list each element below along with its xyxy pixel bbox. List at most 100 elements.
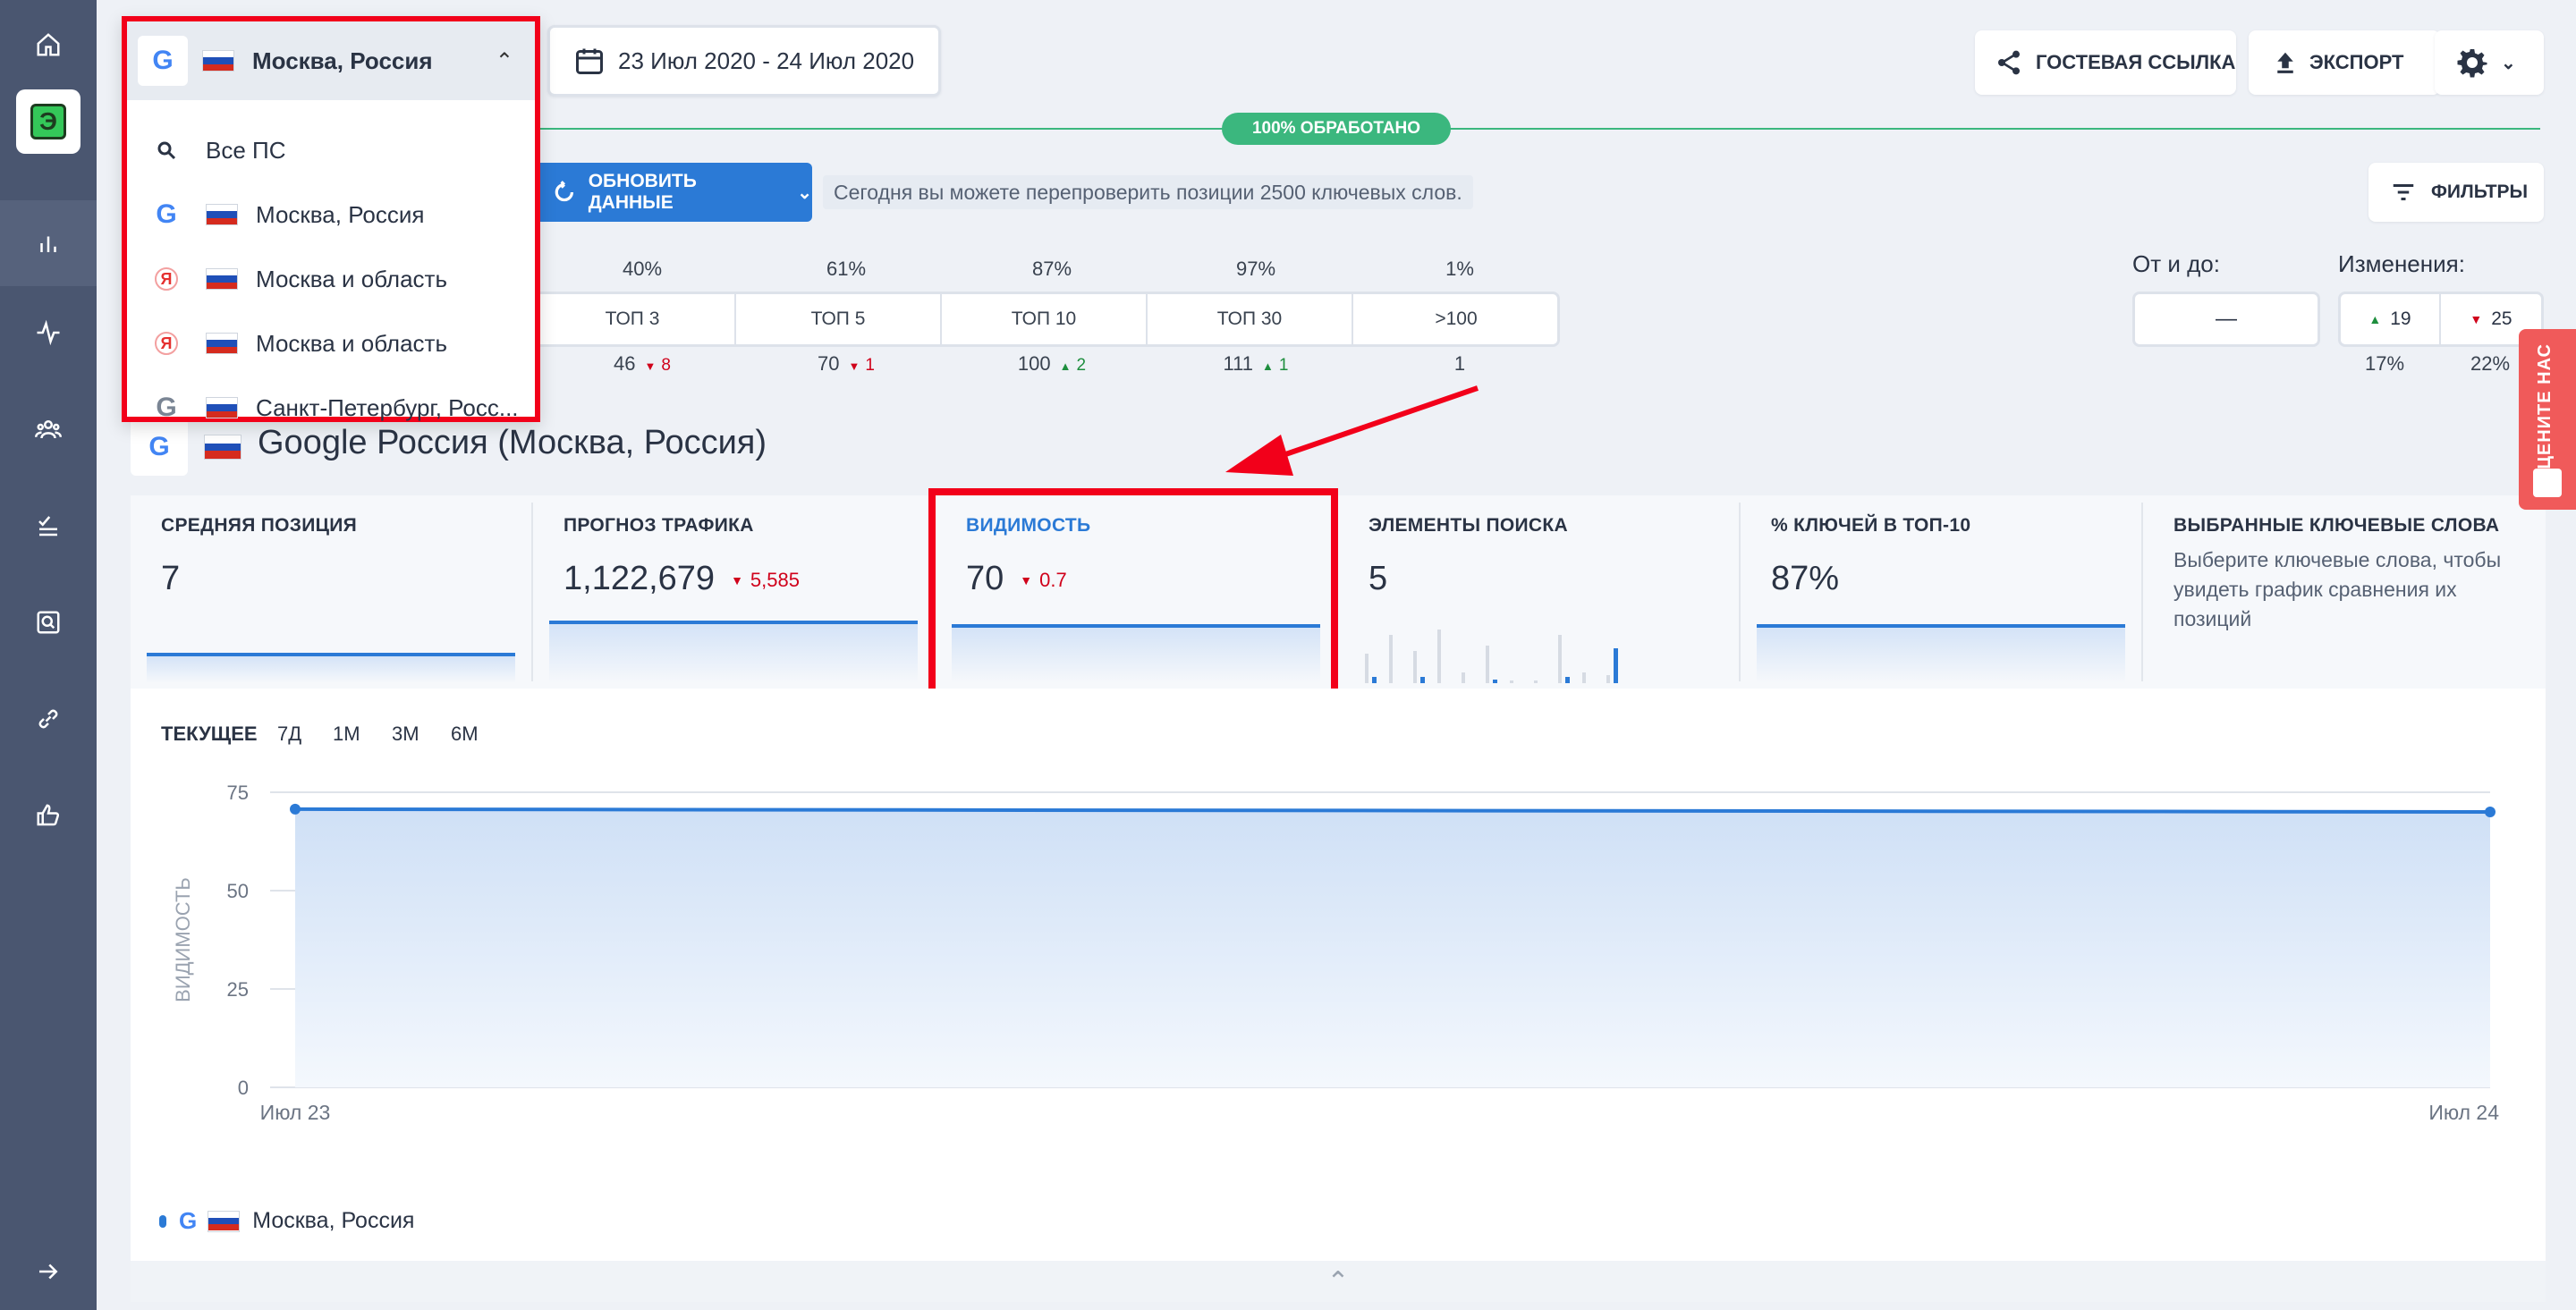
dropdown-item[interactable]: G Москва, Россия [127, 182, 535, 247]
triangle-down-icon: ▼ [2470, 312, 2483, 326]
metric-cards: СРЕДНЯЯ ПОЗИЦИЯ 7 ПРОГНОЗ ТРАФИКА 1,122,679… [131, 495, 2546, 689]
position-percent: 40% [622, 258, 663, 280]
update-data-button[interactable]: ОБНОВИТЬ ДАННЫЕ ⌄ [528, 163, 812, 222]
analytics-icon[interactable] [0, 200, 97, 286]
position-percent: 61% [826, 258, 867, 280]
search-element-bar [1486, 646, 1489, 683]
position-bucket[interactable]: >100 [1353, 294, 1559, 344]
search-element-bar [1510, 680, 1513, 683]
metric-card[interactable]: СРЕДНЯЯ ПОЗИЦИЯ 7 [131, 495, 533, 689]
dropdown-item[interactable]: G Санкт-Петербург, Росс... [127, 376, 535, 440]
chevron-down-icon: ⌄ [797, 182, 812, 203]
rate-us-label: ОЦЕНИТЕ НАС [2535, 343, 2555, 485]
period-tab[interactable]: ТЕКУЩЕЕ [161, 723, 258, 746]
date-range-picker[interactable]: 23 Июл 2020 - 24 Июл 2020 [547, 25, 941, 97]
metric-card[interactable]: ВЫБРАННЫЕ КЛЮЧЕВЫЕ СЛОВА Выберите ключевы… [2143, 495, 2546, 689]
google-icon: G [156, 199, 177, 229]
position-count: 1 [1357, 352, 1563, 376]
collapse-toggle[interactable]: ⌃ [131, 1261, 2546, 1302]
position-bucket-label: ТОП 5 [810, 308, 866, 329]
dropdown-item[interactable]: Все ПС [127, 118, 535, 182]
metric-card-value: 1,122,679 ▼ 5,585 [564, 560, 800, 598]
russia-flag-icon [206, 333, 238, 354]
chart-panel: ТЕКУЩЕЕ 7Д 1М 3М 6М 0 25 50 75 ВИДИМОСТЬ Июл 23 Ию… [131, 689, 2546, 1261]
checklist-icon[interactable] [0, 490, 97, 562]
metric-value: 7 [161, 560, 181, 597]
metric-card-value: 7 [161, 560, 180, 598]
position-percent: 1% [1445, 258, 1474, 280]
period-tab[interactable]: 7Д [277, 723, 301, 746]
position-count: 100 ▲ 2 [949, 352, 1155, 376]
legend-label: Москва, Россия [252, 1208, 415, 1233]
yandex-icon: Я [148, 332, 184, 355]
update-note: Сегодня вы можете перепроверить позиции … [823, 175, 1473, 209]
chevron-up-icon: ⌃ [495, 49, 513, 73]
position-count-value: 1 [1453, 352, 1466, 375]
y-tick-label: 50 [227, 880, 249, 902]
position-percent: 97% [1235, 258, 1276, 280]
dropdown-selected[interactable]: G Москва, Россия ⌃ [127, 21, 535, 100]
settings-button[interactable]: ⌄ [2435, 30, 2544, 95]
position-count: 111 ▲ 1 [1153, 352, 1359, 376]
annotation-arrow [1225, 385, 1479, 476]
position-bucket[interactable]: ТОП 3 [530, 294, 736, 344]
metric-card[interactable]: % КЛЮЧЕЙ В ТОП-10 87% [1741, 495, 2143, 689]
upload-icon [2277, 52, 2293, 73]
search-element-bar-active [1614, 648, 1618, 683]
position-bucket[interactable]: ТОП 10 [942, 294, 1148, 344]
period-tab[interactable]: 3М [392, 723, 419, 746]
changes-up-value: 19 [2390, 308, 2411, 329]
search-element-bar [1437, 630, 1441, 683]
filters-button[interactable]: ФИЛЬТРЫ [2368, 163, 2544, 222]
metric-delta: 5,585 [750, 568, 800, 591]
like-icon[interactable] [0, 780, 97, 851]
date-range-label: 23 Июл 2020 - 24 Июл 2020 [618, 46, 915, 74]
sparkline-fill [1757, 628, 2125, 683]
position-bucket[interactable]: ТОП 5 [736, 294, 942, 344]
home-icon[interactable] [0, 9, 97, 80]
search-element-bar-active [1493, 680, 1497, 683]
russia-flag-icon [208, 1210, 241, 1232]
metric-card-note: Выберите ключевые слова, чтобы увидеть г… [2174, 548, 2502, 630]
russia-flag-icon [206, 397, 238, 418]
arrow-right-icon[interactable] [0, 1236, 97, 1307]
changes-up-filter[interactable]: ▲ 19 [2341, 294, 2441, 344]
link-icon[interactable] [0, 683, 97, 755]
guest-link-button[interactable]: ГОСТЕВАЯ ССЫЛКА [1975, 30, 2236, 95]
range-filter-input[interactable]: — [2132, 292, 2320, 347]
export-button[interactable]: ЭКСПОРТ [2249, 30, 2440, 95]
metric-card-title: ВЫБРАННЫЕ КЛЮЧЕВЫЕ СЛОВА [2174, 515, 2500, 536]
chevron-up-icon: ⌃ [1326, 1266, 1350, 1297]
share-icon [1998, 50, 2020, 75]
triangle-down-icon: ▼ [731, 572, 743, 587]
changes-down-pct: 22% [2470, 352, 2511, 375]
pulse-icon[interactable] [0, 297, 97, 368]
metric-card-value: 87% [1771, 560, 1839, 598]
refresh-icon [555, 181, 574, 202]
visibility-chart: 0 25 50 75 ВИДИМОСТЬ Июл 23 Июл 24 [172, 782, 2499, 1124]
users-icon[interactable] [0, 393, 97, 465]
chart-legend[interactable]: G Москва, Россия [159, 1207, 414, 1235]
period-tab[interactable]: 6М [451, 723, 479, 746]
dropdown-item-label: Москва и область [256, 265, 448, 292]
search-element-bar [1365, 654, 1368, 683]
highlight-box [928, 488, 1338, 717]
position-bucket[interactable]: ТОП 30 [1148, 294, 1353, 344]
changes-title: Изменения: [2338, 250, 2465, 277]
position-bucket-label: ТОП 10 [1011, 308, 1077, 329]
yandex-icon: Я [148, 267, 184, 291]
x-tick-label: Июл 24 [2428, 1101, 2499, 1124]
search-engine-dropdown[interactable]: G Москва, Россия ⌃ Все ПС G Москва, Россия… [122, 16, 540, 422]
period-tab[interactable]: 1М [333, 723, 360, 746]
metric-card[interactable]: ЭЛЕМЕНТЫ ПОИСКА 5 [1338, 495, 1741, 689]
metric-card-title: ПРОГНОЗ ТРАФИКА [564, 515, 754, 536]
search-element-bar-active [1565, 676, 1570, 683]
rate-us-tab[interactable]: ОЦЕНИТЕ НАС [2519, 329, 2576, 510]
google-icon: G [156, 393, 177, 422]
dropdown-item[interactable]: Я Москва и область [127, 311, 535, 376]
russia-flag-icon [202, 50, 234, 72]
metric-card[interactable]: ПРОГНОЗ ТРАФИКА 1,122,679 ▼ 5,585 [533, 495, 936, 689]
dropdown-item[interactable]: Я Москва и область [127, 247, 535, 311]
logo-icon[interactable]: Э [16, 89, 80, 154]
search-doc-icon[interactable] [0, 587, 97, 658]
